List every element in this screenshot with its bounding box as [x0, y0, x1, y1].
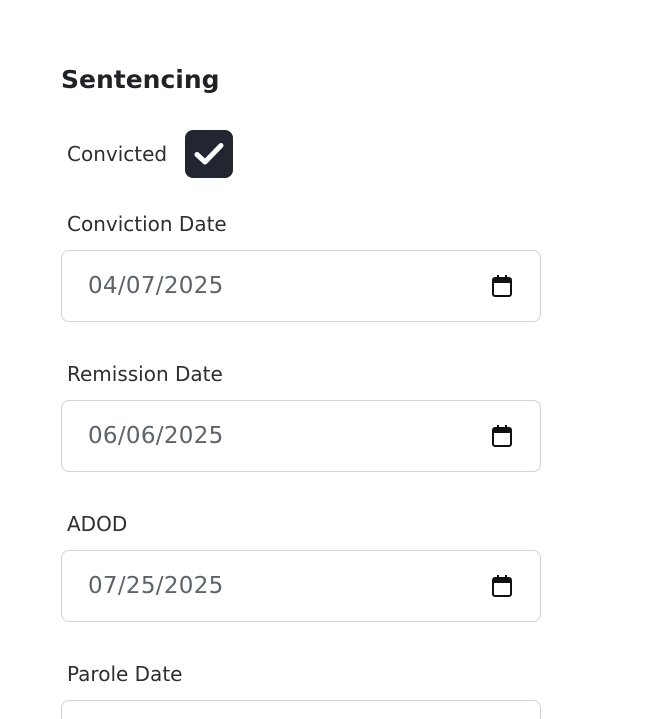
calendar-icon[interactable] [491, 424, 513, 448]
convicted-checkbox[interactable] [185, 130, 234, 178]
remission-date-value: 06/06/2025 [88, 423, 224, 449]
convicted-label: Convicted [67, 142, 168, 166]
conviction-date-label: Conviction Date [67, 212, 227, 236]
convicted-row: Convicted [67, 130, 234, 178]
parole-date-input[interactable] [61, 700, 541, 719]
adod-value: 07/25/2025 [88, 573, 224, 599]
section-title: Sentencing [61, 65, 220, 94]
calendar-icon[interactable] [491, 574, 513, 598]
checkmark-icon [194, 143, 224, 165]
calendar-icon[interactable] [491, 274, 513, 298]
adod-input[interactable]: 07/25/2025 [61, 550, 541, 622]
remission-date-label: Remission Date [67, 362, 223, 386]
parole-date-label: Parole Date [67, 662, 183, 686]
remission-date-input[interactable]: 06/06/2025 [61, 400, 541, 472]
adod-label: ADOD [67, 512, 128, 536]
conviction-date-value: 04/07/2025 [88, 273, 224, 299]
conviction-date-input[interactable]: 04/07/2025 [61, 250, 541, 322]
